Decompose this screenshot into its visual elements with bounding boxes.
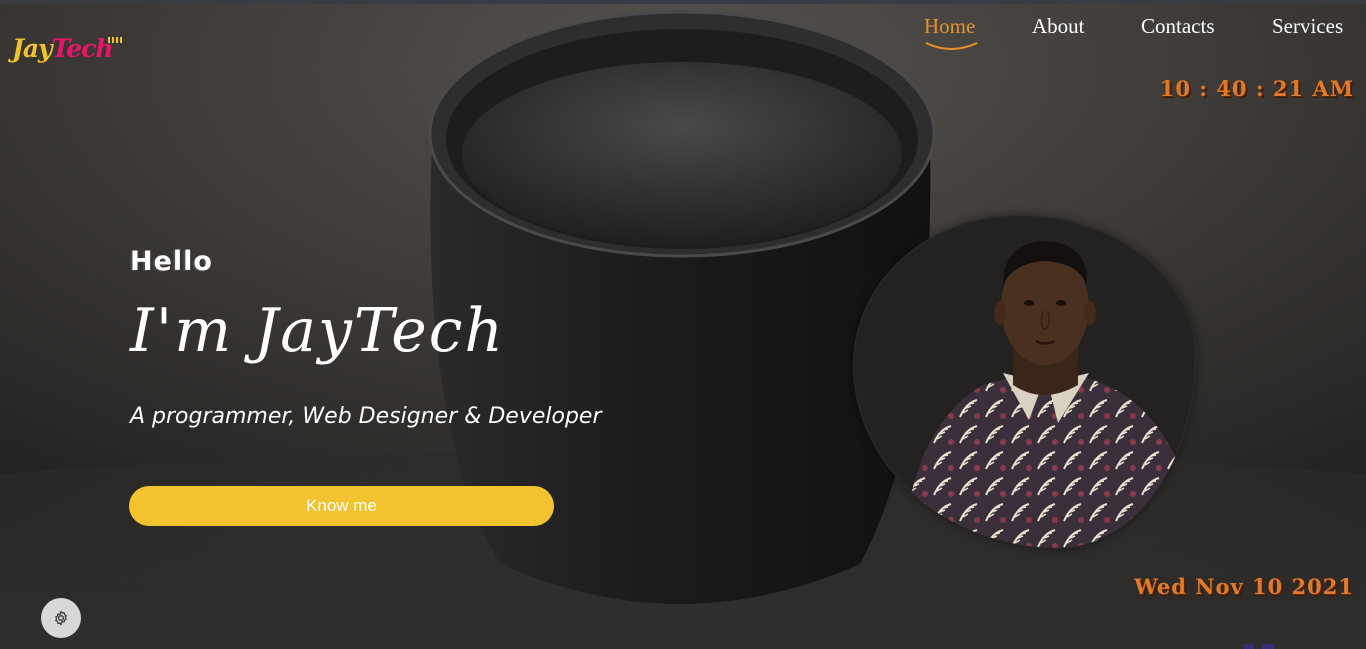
nav-contacts-link[interactable]: Contacts — [1141, 14, 1215, 39]
nav-about-link[interactable]: About — [1032, 14, 1085, 39]
main-nav: Home About Contacts Services — [0, 14, 1366, 50]
person-illustration — [903, 241, 1196, 548]
digital-clock: 10 : 40 : 21 AM — [1159, 76, 1354, 101]
settings-button[interactable] — [41, 598, 81, 638]
scroll-hint-decoration — [1244, 644, 1274, 649]
current-date: Wed Nov 10 2021 — [1134, 574, 1354, 599]
gear-icon — [55, 610, 67, 626]
hero-tagline: A programmer, Web Designer & Developer — [130, 404, 602, 429]
know-me-button[interactable]: Know me — [129, 486, 554, 526]
hero-name: I'm JayTech — [130, 296, 505, 366]
hero-greeting: Hello — [130, 246, 213, 277]
profile-photo — [853, 215, 1196, 548]
nav-services-link[interactable]: Services — [1272, 14, 1343, 39]
nav-active-underline — [925, 42, 978, 50]
nav-home-link[interactable]: Home — [924, 14, 975, 39]
